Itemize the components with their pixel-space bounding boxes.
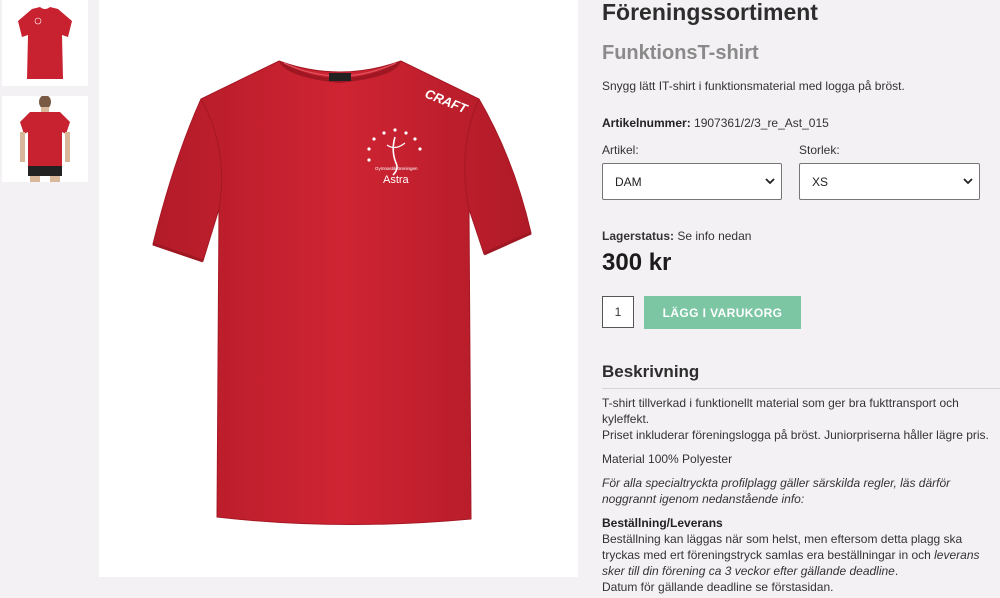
- stock-label: Lagerstatus:: [602, 229, 675, 243]
- short-description: Snygg lätt IT-shirt i funktionsmaterial …: [602, 79, 905, 93]
- storlek-label: Storlek:: [799, 143, 840, 157]
- sku-row: Artikelnummer: 1907361/2/3_re_Ast_015: [602, 116, 829, 130]
- storlek-select[interactable]: XS: [799, 163, 980, 200]
- tshirt-front-thumb: [18, 7, 72, 79]
- special-note: För alla specialtryckta profilplagg gäll…: [602, 475, 998, 507]
- stock-value: Se info nedan: [677, 229, 752, 243]
- club-name: Astra: [383, 174, 410, 186]
- sku-value: 1907361/2/3_re_Ast_015: [694, 116, 829, 130]
- material-text: Material 100% Polyester: [602, 452, 733, 466]
- divider: [602, 388, 1000, 389]
- artikel-select[interactable]: DAM: [602, 163, 782, 200]
- order-heading: Beställning/Leverans: [602, 516, 723, 530]
- tshirt-front-image: CRAFT Gymnastikföreningen Astra: [151, 59, 532, 525]
- category-title: Föreningssortiment: [602, 0, 818, 25]
- order-section: Beställning/Leverans Beställning kan läg…: [602, 515, 998, 595]
- order-text-a: Beställning kan läggas när som helst, me…: [602, 532, 963, 562]
- club-name-small: Gymnastikföreningen: [375, 166, 418, 171]
- storlek-selected-value: XS: [812, 174, 829, 189]
- main-product-image[interactable]: CRAFT Gymnastikföreningen Astra: [99, 0, 578, 577]
- sku-label: Artikelnummer:: [602, 116, 691, 130]
- quantity-input[interactable]: [602, 296, 634, 328]
- order-text-c: Datum för gällande deadline se förstasid…: [602, 580, 834, 594]
- chevron-down-icon: [963, 178, 973, 185]
- artikel-label: Artikel:: [602, 143, 639, 157]
- chevron-down-icon: [765, 178, 775, 185]
- description-text-2: Priset inkluderar föreningslogga på brös…: [602, 428, 989, 442]
- order-text-b: .: [894, 564, 899, 578]
- thumbnail-back[interactable]: [2, 96, 88, 182]
- thumbnail-front[interactable]: [2, 0, 88, 86]
- tshirt-back-model-thumb: [20, 96, 70, 182]
- artikel-selected-value: DAM: [615, 174, 642, 189]
- add-to-cart-button[interactable]: LÄGG I VARUKORG: [644, 296, 801, 329]
- product-name: FunktionsT-shirt: [602, 42, 759, 64]
- description-heading: Beskrivning: [602, 362, 700, 381]
- special-note-text: För alla specialtryckta profilplagg gäll…: [602, 476, 951, 506]
- description-text-1: T-shirt tillverkad i funktionellt materi…: [602, 396, 959, 426]
- price: 300 kr: [602, 249, 672, 276]
- description-body: T-shirt tillverkad i funktionellt materi…: [602, 395, 998, 595]
- stock-status: Lagerstatus: Se info nedan: [602, 229, 751, 243]
